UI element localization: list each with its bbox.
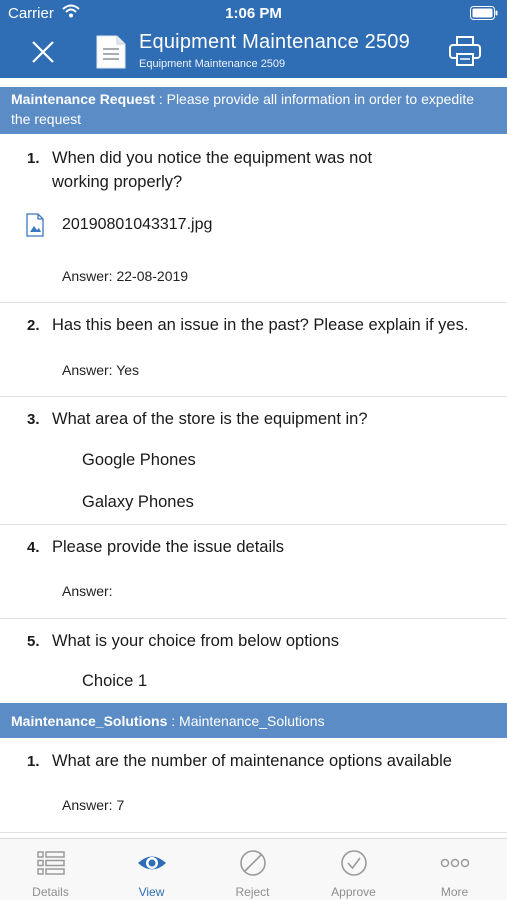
section-name: Maintenance Request xyxy=(11,91,155,107)
question-number: 3. xyxy=(27,411,40,428)
image-file-icon xyxy=(26,213,44,237)
bottom-tab-bar: Details View Reject Approve More xyxy=(0,838,507,900)
section-header-maintenance-solutions: Maintenance_Solutions : Maintenance_Solu… xyxy=(0,703,507,738)
battery-icon xyxy=(470,6,498,20)
document-icon xyxy=(96,35,126,69)
question-text: What is your choice from below options xyxy=(52,632,340,650)
checkmark-circle-icon xyxy=(341,850,367,876)
clock-time: 1:06 PM xyxy=(225,5,282,22)
tab-label: Reject xyxy=(235,885,270,899)
answer-text: Answer: xyxy=(62,583,113,599)
ellipsis-icon xyxy=(440,858,470,868)
question-text-line: working properly? xyxy=(52,173,183,191)
tab-reject[interactable]: Reject xyxy=(202,839,303,900)
option-value: Google Phones xyxy=(82,451,196,469)
question-item: 5. What is your choice from below option… xyxy=(0,619,507,703)
section-name: Maintenance_Solutions xyxy=(11,713,168,729)
printer-icon[interactable] xyxy=(448,35,482,67)
question-item: 2. Has this been an issue in the past? P… xyxy=(0,303,507,397)
question-text: Has this been an issue in the past? Plea… xyxy=(52,316,469,334)
question-text-line: When did you notice the equipment was no… xyxy=(52,149,373,167)
page-subtitle: Equipment Maintenance 2509 xyxy=(139,58,286,70)
tab-more[interactable]: More xyxy=(404,839,505,900)
tab-approve[interactable]: Approve xyxy=(303,839,404,900)
tab-view[interactable]: View xyxy=(101,839,202,900)
question-number: 4. xyxy=(27,539,40,556)
question-text: Please provide the issue details xyxy=(52,538,285,556)
question-text: What are the number of maintenance optio… xyxy=(52,752,452,770)
answer-text: Answer: Yes xyxy=(62,362,140,378)
question-number: 2. xyxy=(27,317,40,334)
option-value: Choice 1 xyxy=(82,672,148,690)
answer-text: Answer: 22-08-2019 xyxy=(62,268,189,284)
close-icon[interactable] xyxy=(28,37,58,67)
eye-icon xyxy=(138,856,166,870)
tab-label: More xyxy=(440,885,469,899)
question-item: 1. What are the number of maintenance op… xyxy=(0,738,507,833)
question-item: 4. Please provide the issue details Answ… xyxy=(0,525,507,619)
page-title: Equipment Maintenance 2509 xyxy=(139,31,410,53)
answer-text: Answer: 7 xyxy=(62,797,125,813)
tab-label: Details xyxy=(32,885,69,899)
tab-label: Approve xyxy=(331,885,376,899)
question-item: 3. What area of the store is the equipme… xyxy=(0,397,507,525)
question-item: 1. When did you notice the equipment was… xyxy=(0,134,507,303)
status-bar: Carrier 1:06 PM xyxy=(0,0,507,26)
question-number: 1. xyxy=(27,150,40,167)
option-value: Galaxy Phones xyxy=(82,493,194,511)
tab-details[interactable]: Details xyxy=(0,839,101,900)
prohibited-icon xyxy=(240,850,266,876)
question-text: When did you notice the equipment was no… xyxy=(52,146,372,194)
section-description: Maintenance_Solutions xyxy=(179,713,325,729)
list-icon xyxy=(37,851,65,875)
question-number: 5. xyxy=(27,633,40,650)
section-header-maintenance-request: Maintenance Request : Please provide all… xyxy=(0,87,507,134)
top-bar: Carrier 1:06 PM Equipment Maintenance 25… xyxy=(0,0,507,78)
question-number: 1. xyxy=(27,753,40,770)
attachment-link[interactable]: 20190801043317.jpg xyxy=(62,216,212,234)
tab-label: View xyxy=(138,885,165,899)
question-text: What area of the store is the equipment … xyxy=(52,410,368,428)
